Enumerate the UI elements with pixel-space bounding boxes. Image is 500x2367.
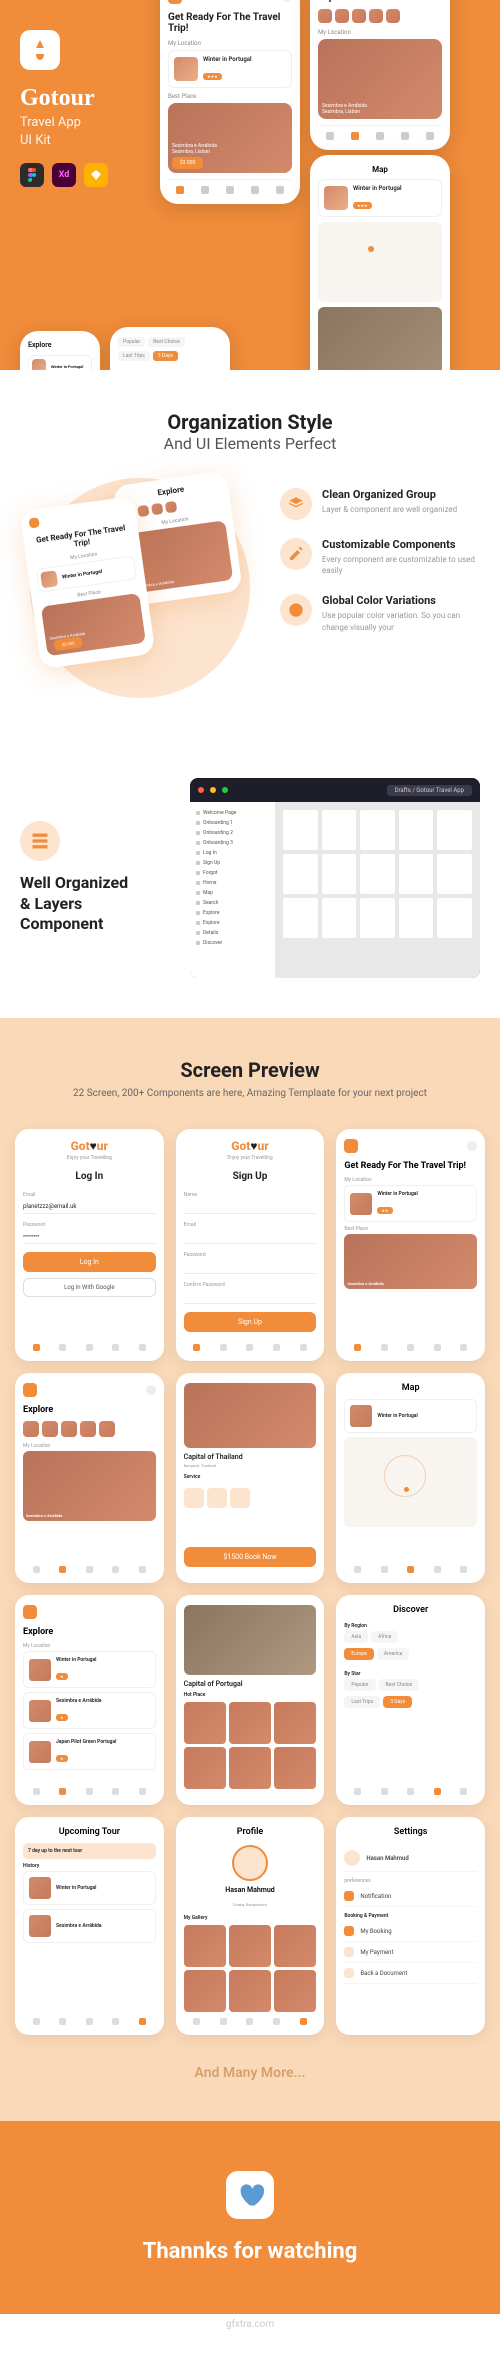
layer-item[interactable]: Home — [196, 878, 269, 888]
brand-logo — [20, 30, 60, 70]
signup-button[interactable]: Sign Up — [184, 1312, 317, 1332]
screen-preview-section: Screen Preview 22 Screen, 200+ Component… — [0, 1018, 500, 2121]
password-field[interactable]: •••••••• — [23, 1230, 156, 1244]
setting-booking[interactable]: My Booking — [344, 1921, 477, 1942]
layer-item[interactable]: Discover — [196, 938, 269, 948]
screen-explore-grid: Explore My Location Sesimbra e Arrábida — [15, 1373, 164, 1583]
setting-document[interactable]: Back a Document — [344, 1963, 477, 1984]
login-button[interactable]: Log In — [23, 1252, 156, 1272]
screen-detail2: Capital of Portugal Hot Place — [176, 1595, 325, 1805]
layer-item[interactable]: Explore — [196, 918, 269, 928]
screen-upcoming: Upcoming Tour 7 day up to the next tour … — [15, 1817, 164, 2035]
palette-icon — [280, 594, 312, 626]
hero-section: Gotour Travel App UI Kit Xd Get Ready Fo… — [0, 0, 500, 370]
customize-icon — [280, 538, 312, 570]
screen-profile: Profile Hasan Mahmud Dhaka, Bangladesh M… — [176, 1817, 325, 2035]
screen-home: Get Ready For The Travel Trip! My Locati… — [336, 1129, 485, 1361]
sketch-icon — [84, 163, 108, 187]
layer-item[interactable]: Log In — [196, 848, 269, 858]
setting-payment[interactable]: My Payment — [344, 1942, 477, 1963]
layer-item[interactable]: Search — [196, 898, 269, 908]
screen-discover: Discover By Region AsiaAfrica EuropeAmer… — [336, 1595, 485, 1805]
figma-tab[interactable]: Drafts / Gotour Travel App — [387, 785, 472, 796]
layer-item[interactable]: Onboarding 2 — [196, 828, 269, 838]
preview-title: Screen Preview — [15, 1058, 485, 1082]
layers-panel[interactable]: Welcome PageOnboarding 1Onboarding 2Onbo… — [190, 802, 275, 978]
phone-home-title: Get Ready For The Travel Trip! — [168, 12, 292, 34]
figma-canvas[interactable] — [275, 802, 480, 978]
feature-colors: Global Color VariationsUse popular color… — [280, 594, 480, 632]
organization-section: Organization Style And UI Elements Perfe… — [0, 370, 500, 738]
section2-title: Organization Style — [20, 410, 480, 434]
layer-item[interactable]: Onboarding 1 — [196, 818, 269, 828]
phone-explore: Explore My Location Sesimbra e ArrábidaS… — [310, 0, 450, 150]
screen-detail: Capital of Thailand Bangkok, Thailand Se… — [176, 1373, 325, 1583]
layer-item[interactable]: Explore — [196, 908, 269, 918]
screen-signup: Got♥ur Enjoy your Travelling Sign Up Nam… — [176, 1129, 325, 1361]
figma-icon — [20, 163, 44, 187]
layer-item[interactable]: Details — [196, 928, 269, 938]
phone-map: Map Winter in Portugal★★★ — [310, 155, 450, 370]
phone-home: Get Ready For The Travel Trip! My Locati… — [160, 0, 300, 204]
feature-organized: Clean Organized GroupLayer & component a… — [280, 488, 480, 520]
screen-explore-list: Explore My Location Winter in Portugal★ … — [15, 1595, 164, 1805]
phone-small-explore: Explore Winter in Portugal Sesimbra e Ar… — [20, 331, 100, 370]
google-login-button[interactable]: Log In With Google — [23, 1278, 156, 1297]
section2-subtitle: And UI Elements Perfect — [20, 434, 480, 453]
screen-map: Map Winter in Portugal — [336, 1373, 485, 1583]
screen-settings: Settings Hasan Mahmud preferences Notifi… — [336, 1817, 485, 2035]
layer-item[interactable]: Map — [196, 888, 269, 898]
setting-notification[interactable]: Notification — [344, 1886, 477, 1907]
location-card[interactable]: Winter in Portugal★★★ — [168, 50, 292, 88]
preview-subtitle: 22 Screen, 200+ Components are here, Ama… — [15, 1088, 485, 1099]
email-field[interactable]: planetzzz@email.uk — [23, 1200, 156, 1214]
layer-item[interactable]: Welcome Page — [196, 808, 269, 818]
organized-icon — [20, 821, 60, 861]
heart-icon — [226, 2171, 274, 2219]
layers-icon — [280, 488, 312, 520]
screen-login: Got♥ur Enjoy your Travelling Log In Emai… — [15, 1129, 164, 1361]
layers-section: Well Organized& LayersComponent Drafts /… — [0, 738, 500, 1018]
layer-item[interactable]: Sign Up — [196, 858, 269, 868]
phone-discover: PopularBest Choice Last Trips3 Days Paym… — [110, 327, 230, 370]
xd-icon: Xd — [52, 163, 76, 187]
watermark: gfxtra.com — [0, 2314, 500, 2335]
layer-item[interactable]: Forgot — [196, 868, 269, 878]
feature-customizable: Customizable ComponentsEvery component a… — [280, 538, 480, 576]
layer-item[interactable]: Onboarding 3 — [196, 838, 269, 848]
footer-title: Thannks for watching — [20, 2239, 480, 2264]
figma-window: Drafts / Gotour Travel App Welcome PageO… — [190, 778, 480, 978]
footer-section: Thannks for watching — [0, 2121, 500, 2314]
many-more-text: And Many More... — [15, 2065, 485, 2081]
avatar[interactable] — [232, 1845, 268, 1881]
map-view[interactable] — [318, 222, 442, 302]
map-canvas[interactable] — [344, 1437, 477, 1527]
